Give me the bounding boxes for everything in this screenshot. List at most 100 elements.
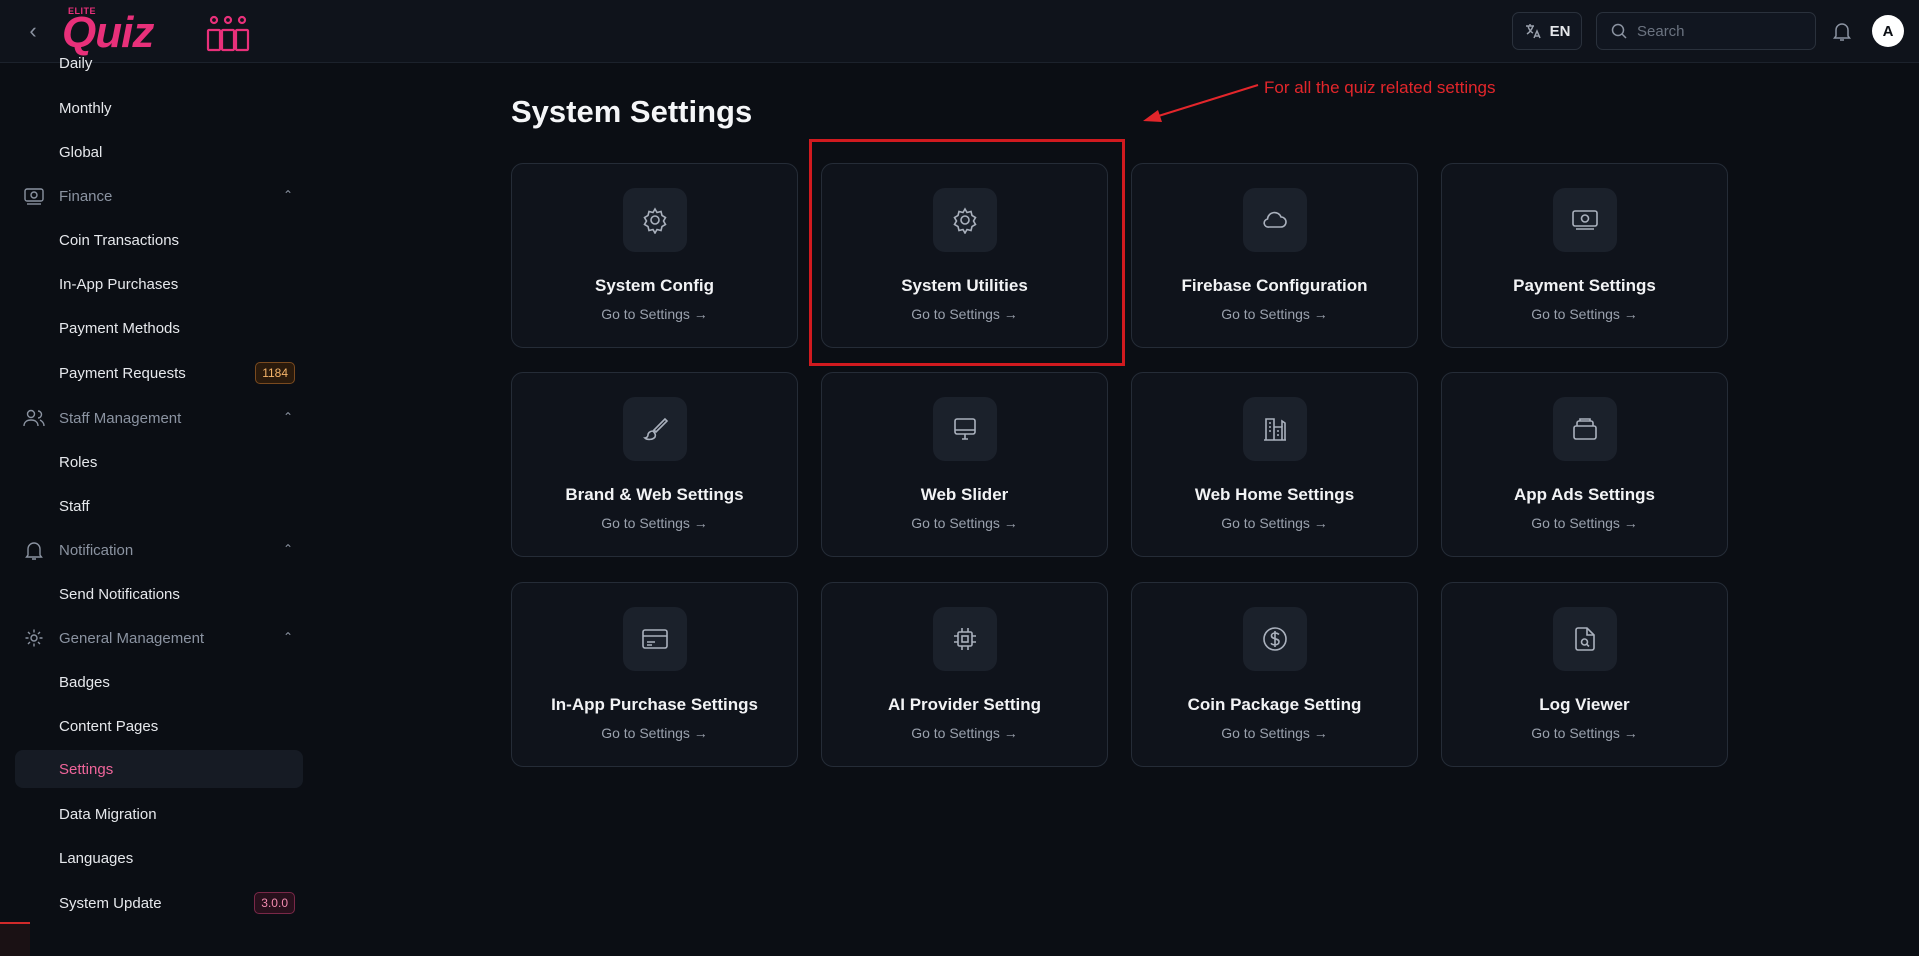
card-title: Log Viewer <box>1539 695 1630 714</box>
cloud-icon <box>1263 211 1287 228</box>
stack-icon <box>1573 418 1597 440</box>
sidebar-item-badges[interactable]: Badges <box>15 663 303 701</box>
card-icon-container <box>1553 397 1617 461</box>
settings-card-web-home-settings[interactable]: Web Home Settings Go to Settings → <box>1131 372 1418 557</box>
settings-card-web-slider[interactable]: Web Slider Go to Settings → <box>821 372 1108 557</box>
go-to-settings-link[interactable]: Go to Settings → <box>822 306 1107 322</box>
sidebar-item-monthly[interactable]: Monthly <box>15 89 303 127</box>
go-to-settings-link[interactable]: Go to Settings → <box>512 515 797 531</box>
sidebar-group-label: Notification <box>59 541 134 559</box>
sidebar-item-label: System Update <box>59 894 162 912</box>
sidebar-item-label: Monthly <box>59 99 112 117</box>
users-icon <box>23 409 45 427</box>
chevron-up-icon: ⌃ <box>282 188 293 202</box>
settings-card-log-viewer[interactable]: Log Viewer Go to Settings → <box>1441 582 1728 767</box>
sidebar-item-global[interactable]: Global <box>15 133 303 171</box>
back-chevron-icon[interactable]: ‹ <box>20 18 46 44</box>
go-to-settings-link[interactable]: Go to Settings → <box>512 725 797 741</box>
building-icon <box>1264 418 1286 441</box>
card-icon-container <box>623 188 687 252</box>
bell-icon[interactable] <box>1830 19 1854 43</box>
card-title: Payment Settings <box>1513 276 1656 295</box>
settings-card-in-app-purchase-settings[interactable]: In-App Purchase Settings Go to Settings … <box>511 582 798 767</box>
card-title: App Ads Settings <box>1513 485 1656 504</box>
go-to-settings-link[interactable]: Go to Settings → <box>1442 725 1727 741</box>
sidebar-item-label: Settings <box>59 760 114 778</box>
card-title: Web Home Settings <box>1194 485 1355 504</box>
sidebar-group-label: Staff Management <box>59 409 182 427</box>
sidebar-item-label: In-App Purchases <box>59 275 179 293</box>
sidebar-item-data-migration[interactable]: Data Migration <box>15 795 303 833</box>
card-icon-container <box>933 397 997 461</box>
sidebar-item-label: Payment Requests <box>59 364 186 382</box>
sidebar-item-label: Coin Transactions <box>59 231 180 249</box>
card-icon-container <box>1243 607 1307 671</box>
sidebar-item-staff[interactable]: Staff <box>15 487 303 525</box>
settings-card-coin-package-setting[interactable]: Coin Package Setting Go to Settings → <box>1131 582 1418 767</box>
avatar[interactable]: A <box>1872 15 1904 47</box>
sidebar-item-label: Global <box>59 143 103 161</box>
sidebar-group-finance[interactable]: Finance ⌃ <box>15 177 303 215</box>
sidebar-item-in-app-purchases[interactable]: In-App Purchases <box>15 265 303 303</box>
sidebar-group-notification[interactable]: Notification ⌃ <box>15 531 303 569</box>
sidebar-item-daily[interactable]: Daily <box>15 44 303 82</box>
sidebar-item-system-update[interactable]: System Update 3.0.0 <box>15 884 303 922</box>
sidebar-group-label: General Management <box>59 629 205 647</box>
sidebar-group-general-management[interactable]: General Management ⌃ <box>15 619 303 657</box>
search-box[interactable] <box>1596 12 1816 50</box>
sidebar-item-payment-methods[interactable]: Payment Methods <box>15 309 303 347</box>
search-input[interactable] <box>1637 22 1797 40</box>
sidebar-item-label: Content Pages <box>59 717 159 735</box>
brush-icon <box>643 417 669 441</box>
sidebar-item-payment-requests[interactable]: Payment Requests 1184 <box>15 354 303 392</box>
sidebar-item-roles[interactable]: Roles <box>15 443 303 481</box>
go-to-settings-link[interactable]: Go to Settings → <box>1132 725 1417 741</box>
gear-icon <box>643 207 667 234</box>
sidebar-item-label: Daily <box>59 54 93 72</box>
bell-icon <box>25 542 43 560</box>
go-to-settings-link[interactable]: Go to Settings → <box>512 306 797 322</box>
card-icon-container <box>623 397 687 461</box>
card-title: Brand & Web Settings <box>565 485 744 504</box>
sidebar-item-label: Roles <box>59 453 98 471</box>
go-to-settings-link[interactable]: Go to Settings → <box>1442 306 1727 322</box>
card-title: System Utilities <box>901 276 1028 295</box>
chevron-up-icon: ⌃ <box>282 630 293 644</box>
language-selector[interactable]: EN <box>1512 12 1582 50</box>
sidebar-item-settings[interactable]: Settings <box>15 750 303 788</box>
monitor-icon <box>954 418 976 440</box>
go-to-settings-link[interactable]: Go to Settings → <box>1442 515 1727 531</box>
debug-toolbar-tab[interactable] <box>0 922 30 956</box>
sidebar-item-content-pages[interactable]: Content Pages <box>15 707 303 745</box>
chevron-up-icon: ⌃ <box>282 410 293 424</box>
settings-card-firebase-configuration[interactable]: Firebase Configuration Go to Settings → <box>1131 163 1418 348</box>
sidebar-item-coin-transactions[interactable]: Coin Transactions <box>15 221 303 259</box>
file-search-icon <box>1575 627 1595 651</box>
card-icon-container <box>623 607 687 671</box>
version-badge: 3.0.0 <box>254 892 295 914</box>
card-title: Firebase Configuration <box>1181 276 1368 295</box>
sidebar-item-send-notifications[interactable]: Send Notifications <box>15 575 303 613</box>
settings-card-system-utilities[interactable]: System Utilities Go to Settings → <box>821 163 1108 348</box>
sidebar-item-languages[interactable]: Languages <box>15 839 303 877</box>
card-icon-container <box>933 188 997 252</box>
card-icon-container <box>933 607 997 671</box>
card-icon-container <box>1553 607 1617 671</box>
settings-card-app-ads-settings[interactable]: App Ads Settings Go to Settings → <box>1441 372 1728 557</box>
sidebar: Daily Monthly Global Finance ⌃ Coin Tran… <box>0 55 310 956</box>
go-to-settings-link[interactable]: Go to Settings → <box>1132 515 1417 531</box>
card-icon-container <box>1243 188 1307 252</box>
settings-card-ai-provider-setting[interactable]: AI Provider Setting Go to Settings → <box>821 582 1108 767</box>
go-to-settings-link[interactable]: Go to Settings → <box>822 725 1107 741</box>
page-title: System Settings <box>511 94 753 129</box>
go-to-settings-link[interactable]: Go to Settings → <box>1132 306 1417 322</box>
sidebar-group-staff-management[interactable]: Staff Management ⌃ <box>15 399 303 437</box>
settings-card-payment-settings[interactable]: Payment Settings Go to Settings → <box>1441 163 1728 348</box>
gear-icon <box>25 629 43 647</box>
sidebar-group-label: Finance <box>59 187 113 205</box>
settings-card-brand-web-settings[interactable]: Brand & Web Settings Go to Settings → <box>511 372 798 557</box>
go-to-settings-link[interactable]: Go to Settings → <box>822 515 1107 531</box>
credit-card-icon <box>642 629 668 649</box>
card-title: Coin Package Setting <box>1187 695 1362 714</box>
settings-card-system-config[interactable]: System Config Go to Settings → <box>511 163 798 348</box>
